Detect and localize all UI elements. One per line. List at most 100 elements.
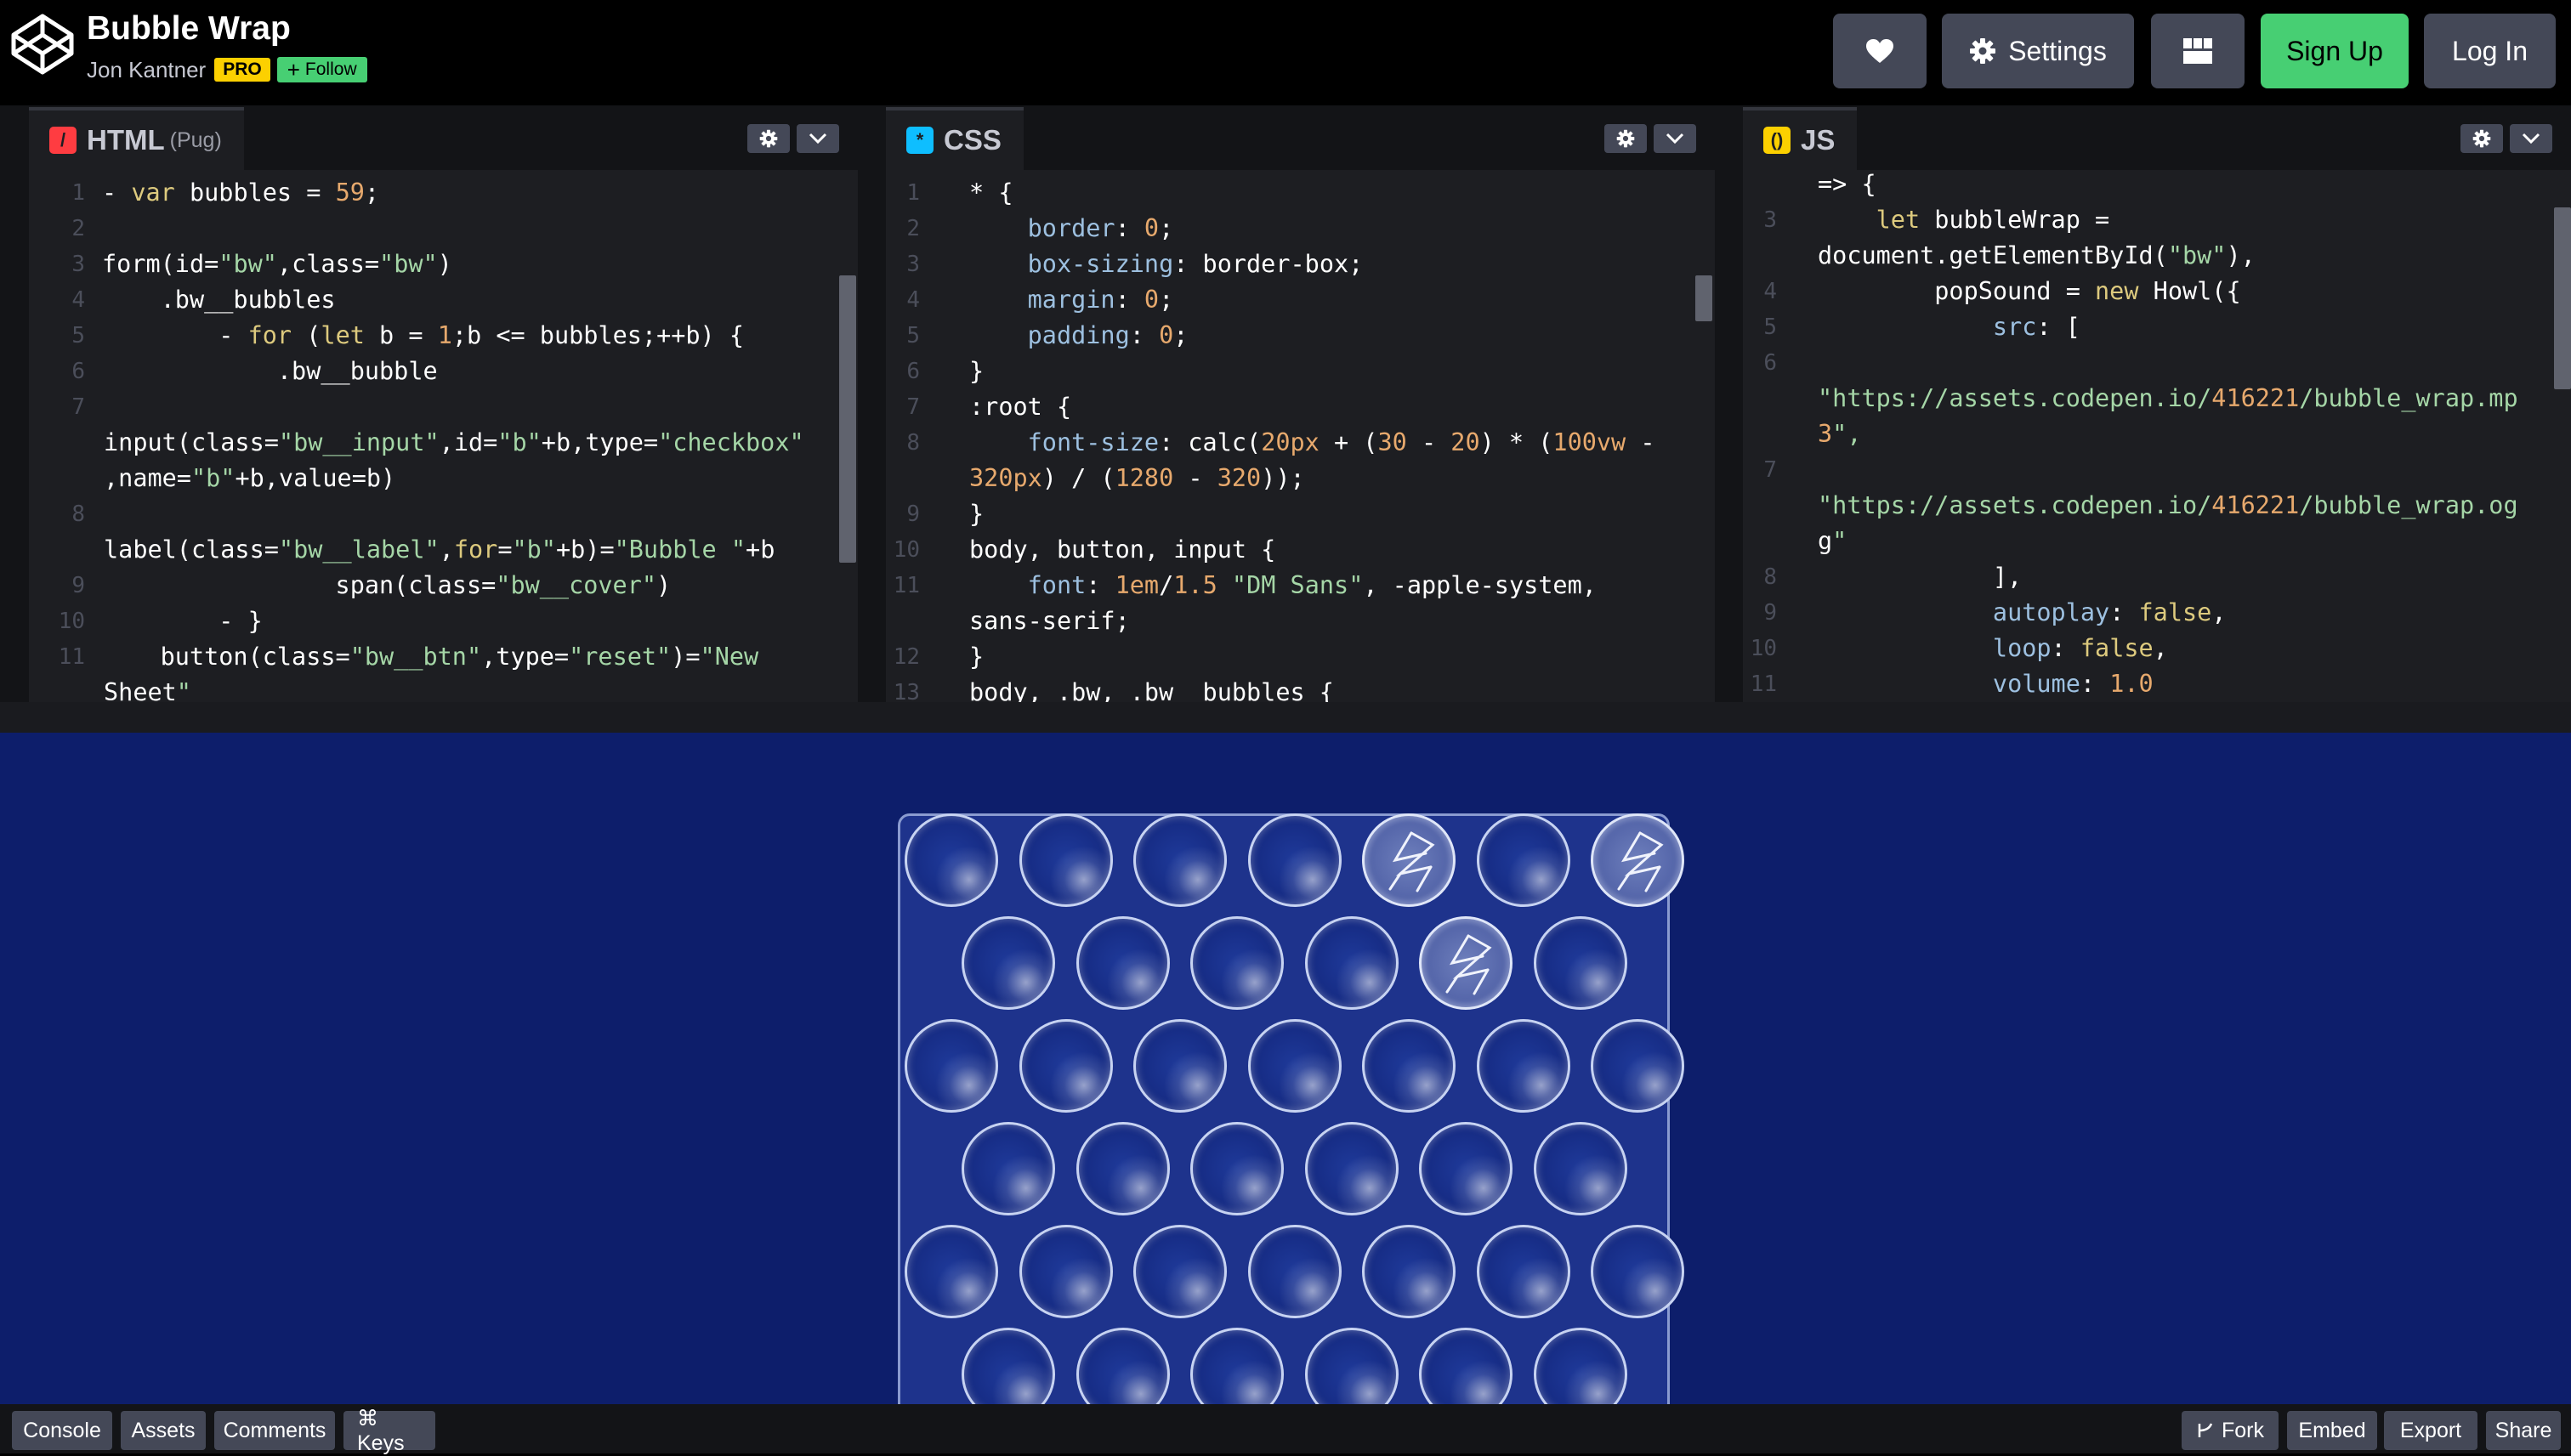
css-settings-button[interactable] — [1604, 124, 1647, 153]
bubble[interactable] — [1190, 1122, 1285, 1215]
bubble[interactable] — [905, 1019, 998, 1113]
line-number: 11 — [893, 573, 920, 598]
bubble-wrap-sheet — [898, 813, 1684, 1404]
bubble[interactable] — [1133, 1019, 1227, 1113]
settings-button[interactable]: Settings — [1942, 14, 2134, 88]
code-line: => { — [1818, 170, 1876, 198]
line-number: 8 — [906, 430, 920, 456]
chevron-down-icon — [1666, 133, 1684, 144]
code-line: font-size: calc(20px + (30 - 20) * (100v… — [1027, 428, 1655, 456]
css-scrollbar[interactable] — [1695, 275, 1712, 321]
code-line: "https://assets.codepen.io/416221/bubble… — [1818, 384, 2518, 412]
bubble[interactable] — [1247, 813, 1342, 907]
bubble[interactable] — [1476, 1225, 1570, 1318]
preview-pane — [0, 733, 2571, 1404]
bubble[interactable] — [1190, 1328, 1285, 1404]
author-name[interactable]: Jon Kantner — [87, 57, 206, 83]
share-button[interactable]: Share — [2486, 1411, 2561, 1450]
bubble[interactable] — [1533, 1122, 1627, 1215]
bubble[interactable] — [1419, 916, 1513, 1010]
bubble[interactable] — [1591, 1225, 1684, 1318]
export-button[interactable]: Export — [2384, 1411, 2477, 1450]
code-line: autoplay: false, — [1992, 598, 2227, 626]
bubble[interactable] — [962, 916, 1056, 1010]
html-code[interactable]: 1 - var bubbles = 59; 2 3 form(id="bw",c… — [29, 170, 858, 702]
love-button[interactable] — [1833, 14, 1927, 88]
login-button[interactable]: Log In — [2424, 14, 2556, 88]
slash-icon: / — [49, 127, 77, 154]
bubble[interactable] — [1019, 1019, 1113, 1113]
line-number: 10 — [893, 537, 920, 563]
bubble[interactable] — [1247, 1225, 1342, 1318]
bubble[interactable] — [905, 813, 998, 907]
line-number: 8 — [1763, 564, 1777, 590]
html-collapse-button[interactable] — [797, 124, 839, 153]
panel-tools — [2460, 124, 2552, 153]
bubble[interactable] — [1304, 1328, 1399, 1404]
bubble[interactable] — [1591, 813, 1684, 907]
bubble[interactable] — [1190, 916, 1285, 1010]
js-tab-label: JS — [1801, 124, 1836, 156]
code-line: document.getElementById("bw"), — [1818, 241, 2256, 269]
js-collapse-button[interactable] — [2510, 124, 2552, 153]
bubble[interactable] — [1533, 1328, 1627, 1404]
comments-button[interactable]: Comments — [214, 1411, 335, 1450]
assets-button[interactable]: Assets — [121, 1411, 206, 1450]
bubble[interactable] — [1076, 1328, 1170, 1404]
html-settings-button[interactable] — [747, 124, 790, 153]
code-line: padding: 0; — [1027, 321, 1189, 349]
bubble[interactable] — [1533, 916, 1627, 1010]
console-button[interactable]: Console — [12, 1411, 112, 1450]
css-collapse-button[interactable] — [1654, 124, 1696, 153]
bubble[interactable] — [1591, 1019, 1684, 1113]
tab-css[interactable]: * CSS — [886, 107, 1024, 170]
panel-header: () JS — [1743, 105, 2571, 170]
resizer-handle[interactable] — [0, 702, 2571, 733]
code-line: button(class="bw__btn",type="reset")="Ne… — [102, 643, 759, 671]
tab-html[interactable]: / HTML (Pug) — [29, 107, 244, 170]
js-settings-button[interactable] — [2460, 124, 2503, 153]
bubble[interactable] — [962, 1328, 1056, 1404]
preprocessor-label: (Pug) — [169, 127, 222, 152]
bubble[interactable] — [1133, 1225, 1227, 1318]
bubble[interactable] — [1362, 813, 1456, 907]
settings-label: Settings — [2008, 35, 2107, 66]
bubble[interactable] — [1476, 813, 1570, 907]
tab-js[interactable]: () JS — [1743, 107, 1858, 170]
bubble[interactable] — [962, 1122, 1056, 1215]
pen-title[interactable]: Bubble Wrap — [87, 10, 291, 48]
fork-label: Fork — [2222, 1418, 2264, 1442]
code-line: ,name="b"+b,value=b) — [104, 464, 396, 492]
line-number: 1 — [71, 180, 85, 206]
html-scrollbar[interactable] — [839, 275, 856, 563]
bubble[interactable] — [1304, 916, 1399, 1010]
css-code[interactable]: 1 * { 2 border: 0; 3 box-sizing: border-… — [886, 170, 1715, 702]
fork-icon — [2198, 1423, 2213, 1437]
keys-button[interactable]: ⌘ Keys — [343, 1407, 435, 1455]
bubble[interactable] — [1362, 1225, 1456, 1318]
js-code[interactable]: => { 3 let bubbleWrap = document.getElem… — [1743, 170, 2571, 702]
bubble[interactable] — [1019, 1225, 1113, 1318]
bubble[interactable] — [1476, 1019, 1570, 1113]
js-scrollbar[interactable] — [2554, 207, 2571, 389]
asterisk-icon: * — [906, 127, 934, 154]
embed-button[interactable]: Embed — [2287, 1411, 2377, 1450]
bubble[interactable] — [905, 1225, 998, 1318]
bubble[interactable] — [1304, 1122, 1399, 1215]
bubble[interactable] — [1076, 1122, 1170, 1215]
bubble[interactable] — [1133, 813, 1227, 907]
css-tab-label: CSS — [944, 124, 1002, 156]
bubble[interactable] — [1247, 1019, 1342, 1113]
bubble[interactable] — [1419, 1328, 1513, 1404]
bubble[interactable] — [1362, 1019, 1456, 1113]
fork-button[interactable]: Fork — [2182, 1411, 2279, 1450]
bubble[interactable] — [1019, 813, 1113, 907]
signup-button[interactable]: Sign Up — [2261, 14, 2409, 88]
codepen-logo-icon[interactable] — [10, 12, 75, 76]
line-number: 2 — [906, 216, 920, 241]
html-editor-panel: / HTML (Pug) 1 - var bubbles = 59; 2 3 f… — [29, 105, 858, 702]
change-view-button[interactable] — [2151, 14, 2245, 88]
follow-button[interactable]: + Follow — [276, 57, 367, 82]
bubble[interactable] — [1419, 1122, 1513, 1215]
bubble[interactable] — [1076, 916, 1170, 1010]
